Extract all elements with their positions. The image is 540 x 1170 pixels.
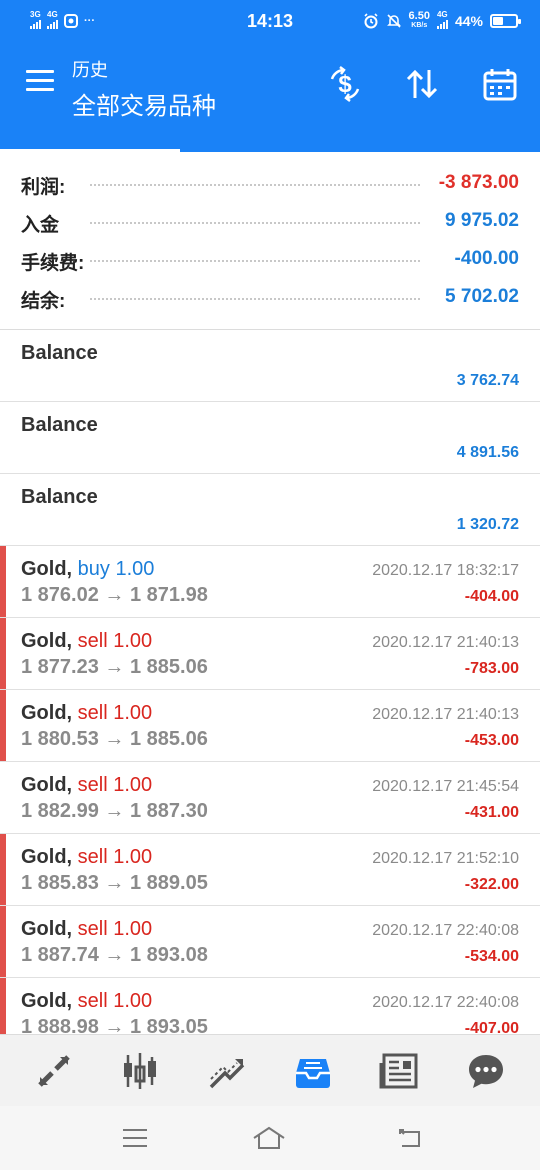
trade-row[interactable]: Gold, sell 1.00 1 888.98 → 1 893.05 2020… — [0, 978, 540, 1034]
chat-icon — [469, 1055, 503, 1088]
net-speed: 6.50 KB/s — [408, 10, 430, 30]
balance-row[interactable]: Balance 1 320.72 — [0, 474, 540, 546]
calendar-icon — [483, 69, 517, 101]
loss-marker — [0, 978, 6, 1034]
quotes-icon — [38, 1055, 70, 1087]
page-title[interactable]: 全部交易品种 — [72, 86, 216, 121]
nav-chat[interactable] — [464, 1049, 508, 1093]
sort-button[interactable] — [402, 64, 442, 104]
nav-chart[interactable] — [118, 1049, 162, 1093]
chart-icon — [124, 1053, 156, 1089]
trade-row[interactable]: Gold, sell 1.00 1 887.74 → 1 893.08 2020… — [0, 906, 540, 978]
loss-marker — [0, 618, 6, 689]
loss-marker — [0, 906, 6, 977]
back-button[interactable] — [394, 1124, 428, 1152]
calendar-button[interactable] — [480, 64, 520, 104]
balance-row[interactable]: Balance 3 762.74 — [0, 330, 540, 402]
signal-icon-3: 4G — [436, 10, 448, 29]
nav-quotes[interactable] — [32, 1049, 76, 1093]
trade-row[interactable]: Gold, sell 1.00 1 885.83 → 1 889.05 2020… — [0, 834, 540, 906]
summary-value: 5 702.02 — [439, 286, 519, 308]
dollar-exchange-icon: $ — [330, 66, 360, 102]
alarm-icon — [363, 12, 378, 28]
tab-bar — [0, 124, 540, 152]
page-subtitle: 历史 — [72, 60, 108, 80]
home-button[interactable] — [252, 1124, 286, 1152]
trade-row[interactable]: Gold, sell 1.00 1 882.99 → 1 887.30 2020… — [0, 762, 540, 834]
summary-row-deposit: 入金 9 975.02 — [21, 210, 519, 237]
trade-icon — [209, 1059, 245, 1089]
nav-history[interactable] — [291, 1049, 335, 1093]
loss-marker — [0, 546, 6, 617]
bottom-navigation — [0, 1034, 540, 1106]
summary-row-profit: 利润: -3 873.00 — [21, 172, 519, 199]
trade-row[interactable]: Gold, buy 1.00 1 876.02 → 1 871.98 2020.… — [0, 546, 540, 618]
header-titles: 历史 全部交易品种 — [72, 56, 216, 121]
news-icon — [379, 1053, 418, 1089]
summary-row-balance: 结余: 5 702.02 — [21, 286, 519, 313]
history-icon — [296, 1059, 330, 1088]
status-bar: 3G 4G ··· 14:13 6.50 KB/s 4G 44% — [0, 0, 540, 42]
summary-value: 9 975.02 — [439, 210, 519, 232]
app-bar: 历史 全部交易品种 $ — [0, 42, 540, 124]
dollar-exchange-button[interactable]: $ — [325, 64, 365, 104]
nav-news[interactable] — [377, 1049, 421, 1093]
home-icon — [253, 1126, 285, 1149]
summary-value: -400.00 — [448, 248, 519, 270]
battery-percent: 44% — [454, 12, 483, 29]
history-list[interactable]: Balance 3 762.74 Balance 4 891.56 Balanc… — [0, 330, 540, 1034]
svg-text:$: $ — [338, 71, 352, 98]
summary-row-fee: 手续费: -400.00 — [21, 248, 519, 275]
trade-row[interactable]: Gold, sell 1.00 1 880.53 → 1 885.06 2020… — [0, 690, 540, 762]
sort-arrows-icon — [406, 69, 438, 99]
nav-trade[interactable] — [205, 1049, 249, 1093]
loss-marker — [0, 690, 6, 761]
battery-icon — [490, 13, 521, 28]
balance-row[interactable]: Balance 4 891.56 — [0, 402, 540, 474]
loss-marker — [0, 834, 6, 905]
summary-panel: 利润: -3 873.00 入金 9 975.02 手续费: -400.00 结… — [0, 152, 540, 330]
recent-apps-button[interactable] — [118, 1124, 152, 1152]
mute-icon — [386, 13, 401, 28]
summary-value: -3 873.00 — [432, 172, 519, 194]
menu-lines-icon — [123, 1129, 147, 1147]
trade-row[interactable]: Gold, sell 1.00 1 877.23 → 1 885.06 2020… — [0, 618, 540, 690]
back-icon — [399, 1129, 420, 1147]
system-navigation-bar — [0, 1106, 540, 1170]
menu-button[interactable] — [26, 70, 56, 94]
